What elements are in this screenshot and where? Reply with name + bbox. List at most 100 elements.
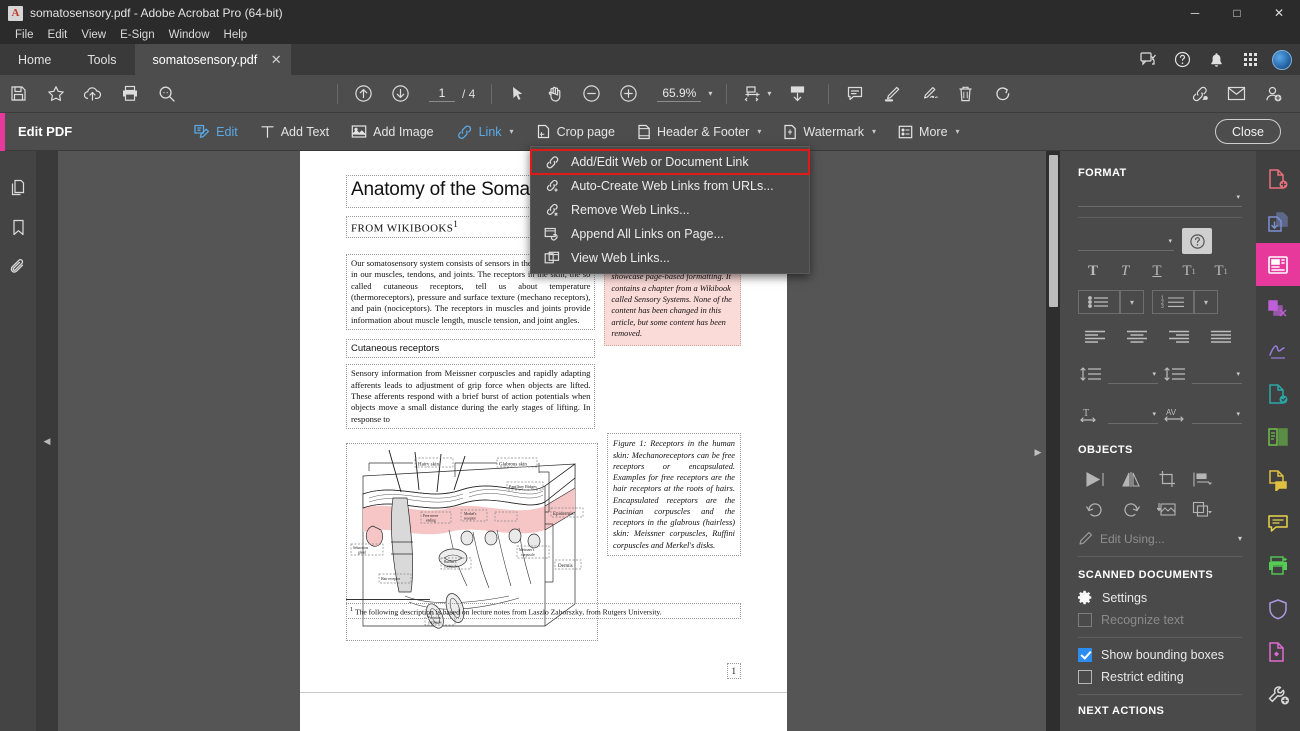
close-window-button[interactable]: ✕ xyxy=(1258,0,1300,26)
restrict-editing-row[interactable]: Restrict editing xyxy=(1078,670,1242,684)
sign-icon[interactable] xyxy=(910,75,947,113)
more-tools-icon[interactable] xyxy=(1256,673,1300,716)
chevron-down-icon[interactable]: ▾ xyxy=(708,89,712,98)
menu-append-all-links[interactable]: Append All Links on Page... xyxy=(531,222,809,246)
recognize-text-row[interactable]: Recognize text xyxy=(1078,613,1242,627)
line-spacing-value[interactable]: ▾ xyxy=(1108,365,1158,384)
page-number-input[interactable]: 1 xyxy=(429,86,455,102)
align-left-icon[interactable] xyxy=(1078,322,1112,350)
minimize-button[interactable]: ─ xyxy=(1174,0,1216,26)
menu-view[interactable]: View xyxy=(74,26,113,44)
bullet-list-icon[interactable] xyxy=(1078,290,1120,314)
align-objects-icon[interactable] xyxy=(1186,465,1220,493)
create-pdf-icon[interactable] xyxy=(1256,157,1300,200)
delete-icon[interactable] xyxy=(947,75,984,113)
character-spacing-icon[interactable]: AV xyxy=(1162,400,1188,428)
email-icon[interactable] xyxy=(1218,75,1255,113)
menu-remove-web-links[interactable]: Remove Web Links... xyxy=(531,198,809,222)
request-signatures-icon[interactable] xyxy=(1256,458,1300,501)
page-thumbnails-icon[interactable] xyxy=(0,167,36,207)
combine-files-icon[interactable] xyxy=(1256,200,1300,243)
flip-horizontal-icon[interactable] xyxy=(1078,465,1112,493)
previous-page-icon[interactable] xyxy=(345,75,382,113)
rotate-clockwise-icon[interactable] xyxy=(1114,495,1148,523)
print-icon[interactable] xyxy=(111,75,148,113)
document-scrollbar[interactable] xyxy=(1046,151,1060,731)
zoom-in-icon[interactable] xyxy=(610,75,647,113)
restrict-editing-checkbox[interactable] xyxy=(1078,670,1092,684)
line-spacing-icon[interactable] xyxy=(1078,360,1104,388)
scanned-settings-row[interactable]: Settings xyxy=(1078,590,1242,605)
crop-image-icon[interactable] xyxy=(1150,465,1184,493)
help-icon[interactable] xyxy=(1182,228,1212,254)
paragraph-2[interactable]: Sensory information from Meissner corpus… xyxy=(346,364,596,430)
next-page-icon[interactable] xyxy=(382,75,419,113)
expand-right-panel-button[interactable]: ▶ xyxy=(1030,443,1046,461)
italic-icon[interactable]: T xyxy=(1110,258,1140,284)
star-icon[interactable] xyxy=(37,75,74,113)
close-edit-pdf-button[interactable]: Close xyxy=(1215,119,1281,144)
font-family-row[interactable]: ▾ xyxy=(1078,188,1242,207)
horizontal-scale-value[interactable]: ▾ xyxy=(1108,405,1158,424)
horizontal-scale-icon[interactable]: T xyxy=(1078,400,1104,428)
export-pdf-icon[interactable] xyxy=(1256,372,1300,415)
zoom-value[interactable]: 65.9% xyxy=(657,86,702,102)
menu-view-web-links[interactable]: View Web Links... xyxy=(531,246,809,270)
add-text-button[interactable]: Add Text xyxy=(249,113,340,151)
menu-help[interactable]: Help xyxy=(217,26,255,44)
align-center-icon[interactable] xyxy=(1120,322,1154,350)
notifications-icon[interactable] xyxy=(1199,44,1233,75)
page-number-footer[interactable]: 1 xyxy=(726,663,741,680)
protect-icon[interactable] xyxy=(1256,587,1300,630)
menu-edit[interactable]: Edit xyxy=(41,26,75,44)
character-spacing-value[interactable]: ▾ xyxy=(1192,405,1242,424)
bold-icon[interactable]: T xyxy=(1078,258,1108,284)
menu-add-edit-link[interactable]: Add/Edit Web or Document Link xyxy=(530,149,810,175)
maximize-button[interactable]: □ xyxy=(1216,0,1258,26)
add-image-button[interactable]: Add Image xyxy=(340,113,444,151)
scrollbar-thumb[interactable] xyxy=(1049,155,1058,307)
add-person-icon[interactable] xyxy=(1255,75,1292,113)
recognize-text-checkbox[interactable] xyxy=(1078,613,1092,627)
align-justify-icon[interactable] xyxy=(1204,322,1238,350)
select-tool-icon[interactable] xyxy=(499,75,536,113)
subheading-cutaneous-receptors[interactable]: Cutaneous receptors xyxy=(346,339,596,359)
flip-vertical-icon[interactable] xyxy=(1114,465,1148,493)
cloud-upload-icon[interactable] xyxy=(74,75,111,113)
attachments-icon[interactable] xyxy=(0,247,36,287)
header-footer-chevron-down-icon[interactable]: ▾ xyxy=(757,127,761,136)
edit-using-row[interactable]: Edit Using... ▾ xyxy=(1078,531,1242,546)
more-chevron-down-icon[interactable]: ▾ xyxy=(956,127,960,136)
footnote-text[interactable]: 1 The following description is based on … xyxy=(346,602,741,620)
zoom-out-icon[interactable] xyxy=(573,75,610,113)
font-size-select[interactable]: ▾ xyxy=(1078,232,1174,251)
collapse-panel-button[interactable]: ◀ xyxy=(36,151,58,731)
header-footer-button[interactable]: Header & Footer ▾ xyxy=(626,113,772,151)
search-icon[interactable] xyxy=(148,75,185,113)
organize-pages-icon[interactable] xyxy=(1256,286,1300,329)
fit-page-chevron-icon[interactable]: ▾ xyxy=(767,89,771,98)
rotate-counterclockwise-icon[interactable] xyxy=(1078,495,1112,523)
menu-esign[interactable]: E-Sign xyxy=(113,26,162,44)
link-button[interactable]: Link ▾ xyxy=(445,113,525,151)
numbered-list-icon[interactable]: 1 2 3 xyxy=(1152,290,1194,314)
fit-page-icon[interactable] xyxy=(734,75,771,113)
account-avatar[interactable] xyxy=(1272,49,1292,70)
compare-files-icon[interactable] xyxy=(1256,415,1300,458)
link-chevron-down-icon[interactable]: ▾ xyxy=(510,127,514,136)
save-icon[interactable] xyxy=(0,75,37,113)
superscript-icon[interactable]: T1 xyxy=(1174,258,1204,284)
help-icon[interactable] xyxy=(1165,44,1199,75)
menu-auto-create-links[interactable]: Auto-Create Web Links from URLs... xyxy=(531,174,809,198)
bullet-list-options-icon[interactable]: ▾ xyxy=(1120,290,1144,314)
figure-caption[interactable]: Figure 1: Receptors in the human skin: M… xyxy=(607,433,741,556)
font-size-row[interactable]: ▾ xyxy=(1078,228,1242,254)
watermark-button[interactable]: Watermark ▾ xyxy=(772,113,887,151)
tab-home[interactable]: Home xyxy=(0,44,70,75)
font-family-select[interactable]: ▾ xyxy=(1078,188,1242,207)
watermark-chevron-down-icon[interactable]: ▾ xyxy=(872,127,876,136)
edit-pdf-icon[interactable] xyxy=(1256,243,1300,286)
comment-icon[interactable] xyxy=(1256,501,1300,544)
paragraph-spacing-icon[interactable] xyxy=(1162,360,1188,388)
hand-tool-icon[interactable] xyxy=(536,75,573,113)
